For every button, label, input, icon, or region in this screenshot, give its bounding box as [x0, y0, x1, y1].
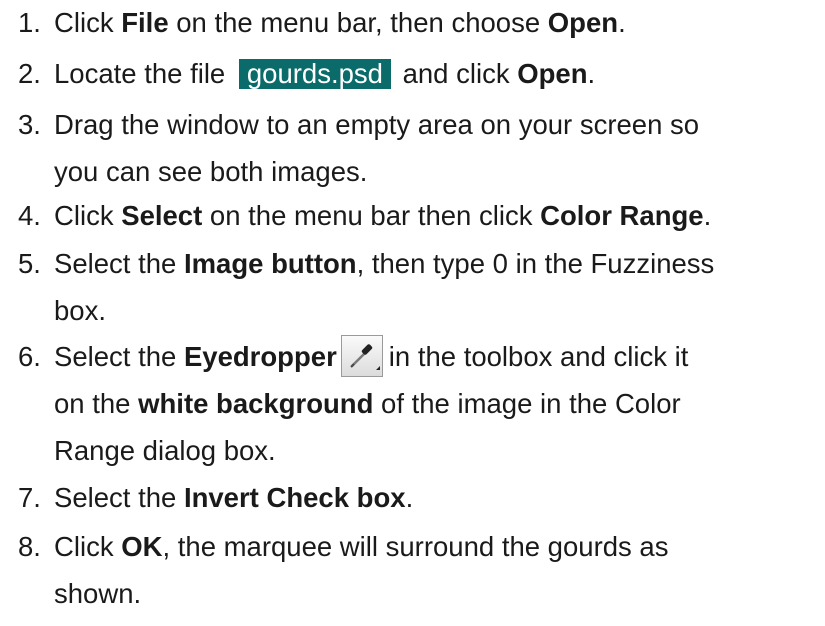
- ok-button-label: OK: [121, 531, 163, 562]
- invert-checkbox-label: Invert Check box: [183, 482, 406, 513]
- step-line: Select the Invert Check box.: [54, 482, 414, 513]
- step-line: Drag the window to an empty area on your…: [54, 109, 700, 140]
- step-number: 7.: [18, 482, 41, 513]
- eyedropper-icon: [340, 334, 383, 377]
- step-line: Click OK, the marquee will surround the …: [54, 531, 669, 562]
- menu-select: Select: [121, 200, 203, 231]
- step-line: on the white background of the image in …: [54, 388, 681, 419]
- image-button-label: Image button: [183, 248, 357, 279]
- eyedropper-label: Eyedropper: [183, 341, 337, 372]
- step-line: shown.: [54, 578, 142, 609]
- step-number: 1.: [18, 7, 41, 38]
- step-number: 5.: [18, 248, 41, 279]
- step-number: 2.: [18, 58, 41, 89]
- open-button-label: Open: [517, 58, 588, 89]
- step-line: Range dialog box.: [54, 435, 276, 466]
- step-number: 3.: [18, 109, 41, 140]
- step-line: you can see both images.: [54, 156, 368, 187]
- step-line: Select the Image button, then type 0 in …: [54, 248, 715, 279]
- step-line: box.: [54, 295, 106, 326]
- step-number: 8.: [18, 531, 41, 562]
- menu-open: Open: [547, 7, 619, 38]
- filename-highlight: gourds.psd: [238, 59, 391, 89]
- step-line: Select the Eyedropper in the toolbox and…: [54, 334, 688, 377]
- step-line: Locate the file gourds.psd and click Ope…: [54, 58, 596, 89]
- step-number: 6.: [18, 341, 41, 372]
- white-background-label: white background: [138, 388, 374, 419]
- menu-color-range: Color Range: [540, 200, 704, 231]
- menu-file: File: [121, 7, 169, 38]
- step-line: Click File on the menu bar, then choose …: [54, 7, 626, 38]
- step-number: 4.: [18, 200, 41, 231]
- step-line: Click Select on the menu bar then click …: [54, 200, 712, 231]
